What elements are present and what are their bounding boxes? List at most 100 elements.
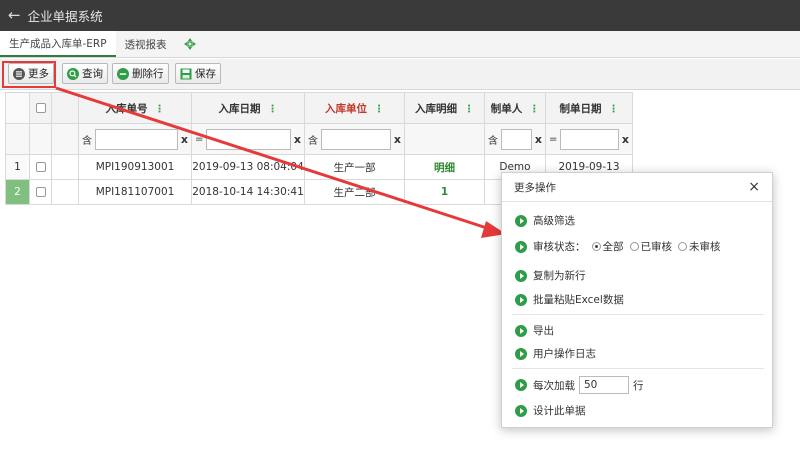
cell-detail-link[interactable]: 1 — [404, 179, 485, 205]
column-menu-icon[interactable]: ⋮ — [155, 104, 165, 115]
row-select-cell — [29, 179, 52, 205]
save-button-label: 保存 — [195, 68, 216, 80]
divider — [512, 368, 764, 369]
query-button-label: 查询 — [82, 68, 103, 80]
column-header[interactable]: 制单人 ⋮ — [484, 92, 546, 124]
tab-bar: 生产成品入库单-ERP 透视报表 — [0, 31, 800, 58]
save-button[interactable]: 保存 — [175, 63, 221, 84]
arrow-right-icon — [515, 404, 527, 417]
close-icon[interactable]: × — [748, 180, 760, 194]
app-title: 企业单据系统 — [27, 9, 103, 24]
dialog-title: 更多操作 — [514, 181, 556, 194]
clear-filter-icon[interactable]: x — [294, 133, 301, 146]
export-item[interactable]: 导出 — [515, 323, 554, 338]
user-log-label: 用户操作日志 — [533, 348, 596, 360]
cell-date[interactable]: 2019-09-13 08:04:04 — [191, 154, 305, 180]
filter-input-make-date[interactable] — [560, 128, 619, 150]
select-all-cell — [29, 92, 52, 124]
filter-input-unit[interactable] — [321, 128, 391, 150]
cell-code[interactable]: MPI190913001 — [78, 154, 192, 180]
row-spacer — [51, 154, 79, 180]
filter-input-code[interactable] — [95, 128, 178, 150]
tab-pivot-report[interactable]: 透视报表 — [116, 31, 176, 57]
row-spacer — [51, 179, 79, 205]
column-header-label: 制单日期 — [559, 102, 602, 115]
design-item[interactable]: 设计此单据 — [515, 403, 586, 418]
back-arrow-icon[interactable]: ← — [8, 8, 21, 23]
row-select-cell — [29, 154, 52, 180]
tab-production-inbound[interactable]: 生产成品入库单-ERP — [0, 31, 116, 57]
minus-circle-icon — [117, 67, 129, 80]
column-header-label: 入库单位 — [325, 102, 367, 115]
column-header[interactable]: 入库日期 ⋮ — [191, 92, 305, 124]
delete-row-button-label: 删除行 — [132, 68, 164, 80]
filter-operator: 含 — [82, 135, 92, 147]
export-label: 导出 — [533, 325, 554, 337]
rownum-cell — [5, 123, 30, 155]
column-menu-icon[interactable]: ⋮ — [529, 104, 539, 115]
row-checkbox[interactable] — [35, 187, 46, 197]
clear-filter-icon[interactable]: x — [535, 133, 542, 146]
filter-row: 含x = x 含x 含x = x — [5, 123, 633, 155]
clear-filter-icon[interactable]: x — [181, 133, 188, 146]
filter-operator: 含 — [488, 135, 498, 147]
clear-filter-icon[interactable]: x — [394, 133, 401, 146]
arrow-right-icon — [515, 379, 527, 391]
more-button-highlight — [2, 61, 56, 88]
filter-input-maker[interactable] — [501, 128, 532, 150]
column-header[interactable]: 制单日期 ⋮ — [545, 92, 633, 124]
cell-unit[interactable]: 生产一部 — [304, 154, 405, 180]
column-menu-icon[interactable]: ⋮ — [374, 104, 384, 115]
grid-header-row: 入库单号 ⋮ 入库日期 ⋮ 入库单位 ⋮ 入库明细 ⋮ 制单人 ⋮ 制单日期 ⋮ — [5, 92, 633, 124]
audit-status-item: 审核状态： 全部 已审核 未审核 — [515, 239, 721, 254]
filter-operator: = — [549, 133, 558, 145]
arrow-right-icon — [515, 240, 527, 253]
column-header[interactable]: 入库明细 ⋮ — [404, 92, 485, 124]
filter-empty-cell — [404, 123, 485, 155]
arrow-right-icon — [515, 347, 527, 360]
batch-paste-item[interactable]: 批量粘贴Excel数据 — [515, 292, 624, 307]
column-header[interactable]: 入库单位 ⋮ — [304, 92, 405, 124]
column-menu-icon[interactable]: ⋮ — [464, 104, 474, 115]
arrow-right-icon — [515, 214, 527, 227]
clear-filter-icon[interactable]: x — [622, 133, 629, 146]
load-each-unit: 行 — [633, 379, 644, 392]
app-header: ← 企业单据系统 — [0, 0, 800, 31]
radio-all-label[interactable]: 全部 — [603, 239, 624, 254]
filter-empty-cell — [29, 123, 52, 155]
arrow-right-icon — [515, 293, 527, 306]
column-menu-icon[interactable]: ⋮ — [268, 104, 278, 115]
delete-row-button[interactable]: 删除行 — [112, 63, 169, 84]
column-header-label: 入库日期 — [218, 102, 261, 115]
load-each-input[interactable]: 50 — [579, 376, 629, 394]
dialog-header: 更多操作 × — [502, 173, 772, 202]
radio-audited-label[interactable]: 已审核 — [641, 239, 673, 254]
advanced-filter-item[interactable]: 高级筛选 — [515, 213, 575, 228]
copy-new-row-item[interactable]: 复制为新行 — [515, 268, 586, 283]
filter-operator: = — [195, 133, 204, 145]
radio-unaudited-label[interactable]: 未审核 — [689, 239, 721, 254]
cell-unit[interactable]: 生产二部 — [304, 179, 405, 205]
query-button[interactable]: 查询 — [62, 63, 108, 84]
radio-unaudited[interactable] — [678, 242, 687, 251]
select-all-checkbox[interactable] — [35, 103, 46, 113]
radio-all[interactable] — [591, 242, 601, 251]
design-label: 设计此单据 — [533, 405, 586, 417]
row-number: 1 — [5, 154, 30, 180]
radio-audited[interactable] — [629, 242, 639, 251]
copy-new-row-label: 复制为新行 — [533, 270, 586, 282]
row-checkbox[interactable] — [35, 162, 46, 172]
cell-code[interactable]: MPI181107001 — [78, 179, 192, 205]
move-icon[interactable] — [176, 31, 204, 57]
arrow-right-icon — [515, 324, 527, 337]
cell-date[interactable]: 2018-10-14 14:30:41 — [191, 179, 305, 205]
column-header[interactable]: 入库单号 ⋮ — [78, 92, 192, 124]
column-menu-icon[interactable]: ⋮ — [609, 104, 619, 115]
audit-status-label: 审核状态： — [533, 241, 586, 253]
filter-input-date[interactable] — [206, 128, 291, 150]
user-log-item[interactable]: 用户操作日志 — [515, 346, 596, 361]
rownum-header — [5, 92, 30, 124]
search-icon — [67, 67, 79, 80]
column-header-label: 入库单号 — [105, 102, 148, 115]
cell-detail-link[interactable]: 明细 — [404, 154, 485, 180]
